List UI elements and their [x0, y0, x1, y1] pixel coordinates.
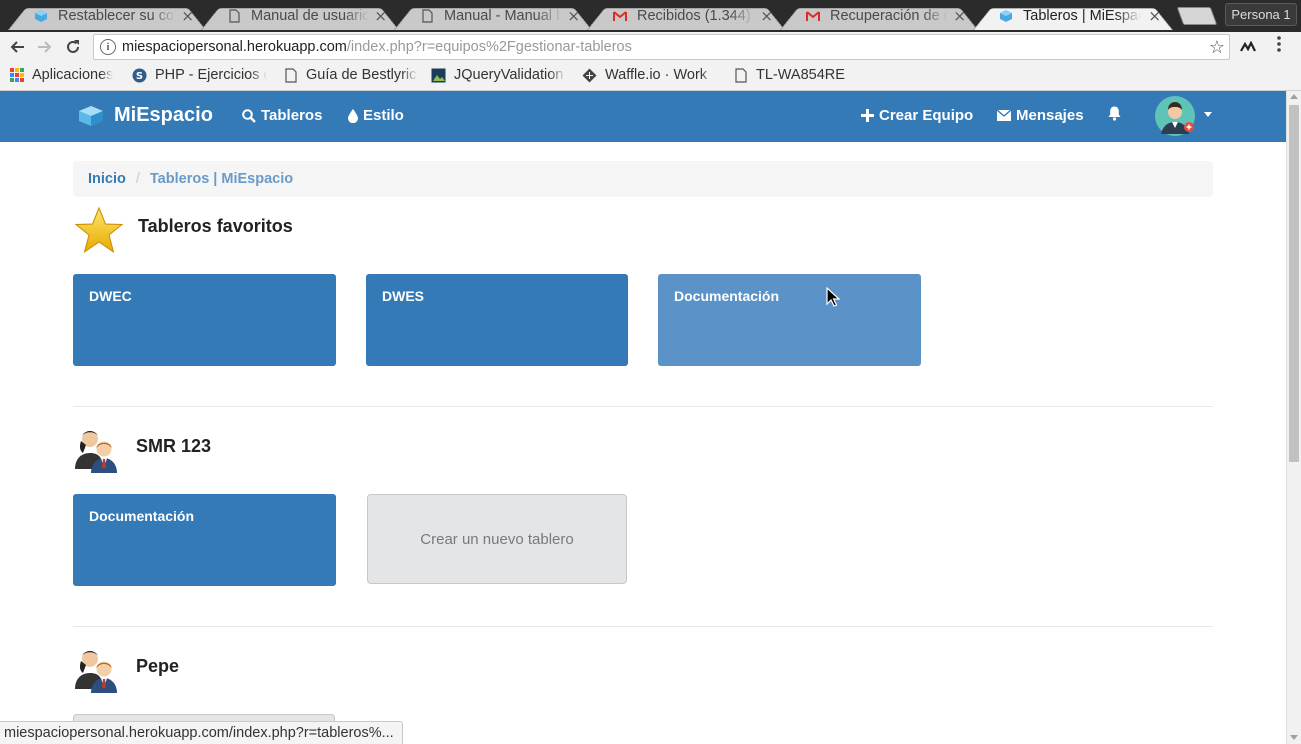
tint-icon: [348, 108, 358, 123]
plus-icon: [861, 109, 874, 122]
profile-button[interactable]: Persona 1: [1225, 3, 1297, 26]
breadcrumb-separator: /: [135, 171, 140, 187]
bookmark-item[interactable]: S PHP - Ejercicios de: [132, 67, 267, 83]
close-icon[interactable]: ×: [181, 7, 194, 25]
bookmarks-bar: Aplicaciones S PHP - Ejercicios de Guía …: [0, 62, 1301, 91]
nav-link-label: Mensajes: [1016, 107, 1084, 124]
close-icon[interactable]: ×: [953, 7, 966, 25]
breadcrumb: Inicio / Tableros | MiEspacio: [73, 161, 1213, 197]
forward-arrow-icon[interactable]: [34, 36, 56, 58]
close-icon[interactable]: ×: [567, 7, 580, 25]
bookmark-apps[interactable]: Aplicaciones: [10, 67, 113, 83]
tab-title: Manual de usuario: [251, 8, 369, 24]
browser-toolbar: i miespaciopersonal.herokuapp.com/index.…: [0, 32, 1301, 62]
browser-tab[interactable]: Recibidos (1.344) - correo ×: [587, 2, 785, 30]
browser-tab[interactable]: Recuperación de contraseña ×: [780, 2, 978, 30]
section-title-team: SMR 123: [136, 436, 212, 456]
scroll-down-arrow[interactable]: [1290, 735, 1298, 740]
bookmark-item[interactable]: Guía de Bestlyric: [283, 67, 418, 83]
team-icon: [75, 651, 117, 693]
tab-title: Recuperación de contraseña: [830, 8, 948, 24]
browser-tab[interactable]: Manual - Manual básico ×: [394, 2, 592, 30]
user-avatar[interactable]: [1152, 96, 1198, 136]
bookmark-item[interactable]: TL-WA854RE: [733, 67, 845, 83]
bookmark-label: Guía de Bestlyric: [306, 67, 417, 83]
board-card[interactable]: DWEC: [73, 274, 336, 366]
brand-link[interactable]: MiEspacio: [78, 104, 213, 127]
scroll-thumb[interactable]: [1289, 105, 1299, 462]
tab-title: Manual - Manual básico: [444, 8, 562, 24]
bell-icon[interactable]: [1108, 106, 1121, 125]
image-icon: [431, 68, 446, 83]
apps-grid-icon: [10, 68, 24, 82]
board-title: DWES: [382, 288, 424, 304]
mouse-cursor-icon: [826, 287, 840, 307]
nav-estilo[interactable]: Estilo: [348, 107, 404, 124]
info-icon[interactable]: i: [100, 39, 116, 55]
scroll-up-arrow[interactable]: [1290, 94, 1298, 99]
status-bar-url: miespaciopersonal.herokuapp.com/index.ph…: [0, 721, 403, 744]
waffle-icon: [582, 68, 597, 83]
url-host: miespaciopersonal.herokuapp.com: [122, 39, 347, 55]
board-card[interactable]: Documentación: [658, 274, 921, 366]
page-scrollbar[interactable]: [1286, 91, 1301, 744]
bookmark-label: Waffle.io · Work: [605, 67, 708, 83]
caret-down-icon[interactable]: [1204, 112, 1212, 117]
browser-tab-active[interactable]: Tableros | MiEspacio ×: [973, 2, 1173, 30]
bookmark-label: JQueryValidation: [454, 67, 564, 83]
document-icon: [733, 67, 748, 83]
nav-mensajes[interactable]: Mensajes: [997, 107, 1084, 124]
nav-link-label: Tableros: [261, 107, 323, 124]
bookmark-star-icon[interactable]: ☆: [1209, 37, 1225, 58]
board-title: Documentación: [674, 288, 780, 304]
app-navbar: MiEspacio Tableros Estilo Crear Equipo M…: [0, 91, 1286, 142]
board-card[interactable]: DWES: [366, 274, 628, 366]
board-title: DWEC: [89, 288, 132, 304]
breadcrumb-current: Tableros | MiEspacio: [149, 171, 294, 187]
menu-kebab-icon[interactable]: [1277, 36, 1281, 57]
close-icon[interactable]: ×: [760, 7, 773, 25]
tab-title: Recibidos (1.344) - correo: [637, 8, 755, 24]
close-icon[interactable]: ×: [374, 7, 387, 25]
url-path: /index.php?r=equipos%2Fgestionar-tablero…: [346, 39, 632, 55]
new-tab-button[interactable]: [1176, 7, 1218, 25]
browser-tab[interactable]: Manual de usuario ×: [201, 2, 399, 30]
envelope-icon: [997, 110, 1011, 121]
cube-logo-icon: [79, 105, 103, 126]
close-icon[interactable]: ×: [1148, 7, 1161, 25]
section-title-favorites: Tableros favoritos: [138, 216, 293, 236]
brand-name: MiEspacio: [114, 104, 213, 126]
create-board-button[interactable]: Crear un nuevo tablero: [367, 494, 627, 584]
bookmark-label: TL-WA854RE: [756, 67, 845, 83]
bookmark-label: Aplicaciones: [32, 67, 114, 83]
address-bar[interactable]: i miespaciopersonal.herokuapp.com/index.…: [93, 34, 1230, 60]
section-title-team: Pepe: [136, 656, 180, 676]
bookmark-item[interactable]: JQueryValidation: [431, 67, 566, 83]
nav-link-label: Estilo: [363, 107, 404, 124]
extension-icon[interactable]: [1240, 38, 1256, 57]
star-icon: [74, 206, 124, 254]
board-card[interactable]: Documentación: [73, 494, 336, 586]
document-icon: [283, 67, 298, 83]
back-arrow-icon[interactable]: [6, 36, 28, 58]
nav-link-label: Crear Equipo: [879, 107, 974, 124]
nav-tableros[interactable]: Tableros: [242, 107, 322, 124]
bookmark-item[interactable]: Waffle.io · Work: [582, 67, 717, 83]
svg-text:S: S: [136, 71, 143, 82]
reload-icon[interactable]: [62, 36, 84, 58]
browser-tab-strip: Restablecer su contraseña × Manual de us…: [0, 0, 1301, 32]
breadcrumb-home-link[interactable]: Inicio: [88, 171, 126, 187]
nav-crear-equipo[interactable]: Crear Equipo: [861, 107, 973, 124]
tab-title: Tableros | MiEspacio: [1023, 8, 1141, 24]
section-divider: [73, 626, 1213, 627]
board-title: Documentación: [89, 508, 195, 524]
section-divider: [73, 406, 1213, 407]
team-icon: [75, 431, 117, 473]
bookmark-label: PHP - Ejercicios de: [155, 67, 267, 83]
browser-tab[interactable]: Restablecer su contraseña ×: [8, 2, 206, 30]
search-icon: [242, 108, 256, 123]
tab-title: Restablecer su contraseña: [58, 8, 176, 24]
php-icon: S: [132, 68, 147, 83]
